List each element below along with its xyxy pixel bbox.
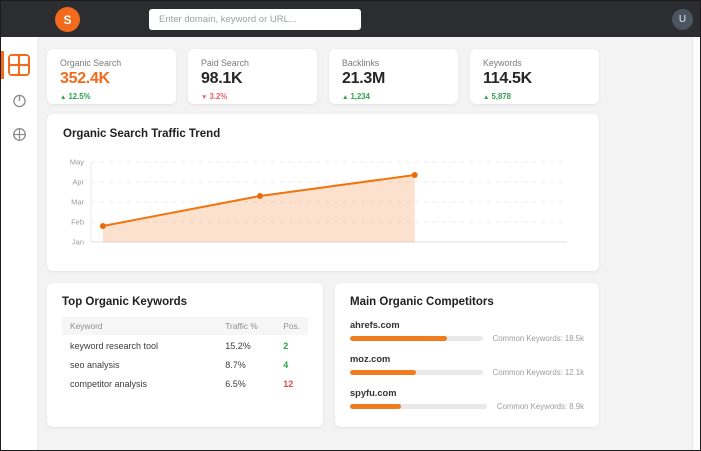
common-keywords-label: Common Keywords: 12.1k bbox=[492, 368, 584, 377]
scrollbar-track[interactable] bbox=[692, 37, 700, 450]
competitor-row[interactable]: spyfu.com Common Keywords: 8.9k bbox=[350, 388, 584, 411]
competitor-bar bbox=[350, 370, 483, 375]
delta-value: 5,878 bbox=[491, 92, 511, 101]
svg-text:Mar: Mar bbox=[71, 198, 84, 207]
user-avatar[interactable]: U bbox=[672, 9, 693, 30]
competitor-row[interactable]: ahrefs.com Common Keywords: 18.5k bbox=[350, 320, 584, 343]
stat-card-backlinks[interactable]: Backlinks 21.3M ▲ 1,234 bbox=[329, 49, 458, 104]
competitors-card-title: Main Organic Competitors bbox=[350, 296, 494, 308]
keyword-cell: seo analysis bbox=[70, 360, 120, 370]
app-logo[interactable]: S bbox=[55, 7, 80, 32]
stat-card-keywords[interactable]: Keywords 114.5K ▲ 5,878 bbox=[470, 49, 599, 104]
competitor-bar bbox=[350, 404, 487, 409]
column-header-pos: Pos. bbox=[275, 317, 308, 335]
competitor-bar-fill bbox=[350, 404, 401, 409]
position-cell: 2 bbox=[283, 341, 289, 351]
table-row[interactable]: competitor analysis 6.5% 12 bbox=[62, 373, 308, 392]
stat-value: 98.1K bbox=[201, 70, 243, 87]
globe-icon bbox=[12, 127, 26, 141]
keyword-cell: competitor analysis bbox=[70, 379, 148, 389]
main-content: Organic Search 352.4K ▲ 12.5% Paid Search… bbox=[37, 37, 692, 450]
bottom-row: Top Organic Keywords Keyword Traffic % P… bbox=[47, 283, 599, 427]
keyword-cell: keyword research tool bbox=[70, 341, 159, 351]
keywords-table: Keyword Traffic % Pos. keyword research … bbox=[62, 317, 308, 392]
stat-delta: ▼ 3.2% bbox=[201, 92, 304, 101]
delta-up-icon: ▲ bbox=[483, 94, 490, 101]
user-avatar-letter: U bbox=[678, 14, 687, 25]
traffic-trend-card: Organic Search Traffic Trend May Apr Mar Fe… bbox=[47, 114, 599, 271]
dashboard-grid-icon bbox=[8, 54, 30, 76]
active-indicator bbox=[1, 51, 4, 79]
stat-label: Backlinks bbox=[342, 58, 380, 68]
competitor-domain: ahrefs.com bbox=[350, 320, 400, 330]
delta-value: 12.5% bbox=[68, 92, 91, 101]
common-keywords-label: Common Keywords: 18.5k bbox=[492, 334, 584, 343]
delta-down-icon: ▼ bbox=[201, 94, 208, 101]
stat-delta: ▲ 12.5% bbox=[60, 92, 163, 101]
position-cell: 12 bbox=[283, 379, 294, 389]
stat-card-organic-search[interactable]: Organic Search 352.4K ▲ 12.5% bbox=[47, 49, 176, 104]
kpi-row: Organic Search 352.4K ▲ 12.5% Paid Search… bbox=[47, 49, 599, 104]
trend-chart-svg: May Apr Mar Feb Jan bbox=[70, 158, 567, 247]
traffic-cell: 6.5% bbox=[225, 379, 246, 389]
competitor-row[interactable]: moz.com Common Keywords: 12.1k bbox=[350, 354, 584, 377]
competitor-domain: moz.com bbox=[350, 354, 391, 364]
delta-up-icon: ▲ bbox=[342, 94, 349, 101]
topbar: S U bbox=[1, 1, 700, 37]
traffic-cell: 8.7% bbox=[225, 360, 246, 370]
common-keywords-label: Common Keywords: 8.9k bbox=[496, 402, 584, 411]
competitor-bar-fill bbox=[350, 370, 417, 375]
stat-delta: ▲ 1,234 bbox=[342, 92, 445, 101]
svg-text:Feb: Feb bbox=[71, 218, 84, 227]
stat-value: 114.5K bbox=[483, 70, 532, 87]
app-logo-letter: S bbox=[63, 12, 72, 27]
sidebar-item-dashboard[interactable] bbox=[1, 47, 37, 83]
top-keywords-card: Top Organic Keywords Keyword Traffic % P… bbox=[47, 283, 323, 427]
competitors-card: Main Organic Competitors ahrefs.com Comm… bbox=[335, 283, 599, 427]
stat-label: Keywords bbox=[483, 58, 522, 68]
table-row[interactable]: seo analysis 8.7% 4 bbox=[62, 354, 308, 373]
stat-value: 21.3M bbox=[342, 70, 385, 87]
column-header-keyword: Keyword bbox=[62, 317, 218, 335]
stat-value: 352.4K bbox=[60, 70, 110, 87]
delta-up-icon: ▲ bbox=[60, 94, 67, 101]
power-icon bbox=[12, 94, 26, 107]
stat-label: Organic Search bbox=[60, 58, 122, 68]
sidebar-item-power[interactable] bbox=[1, 83, 37, 117]
svg-text:May: May bbox=[70, 158, 84, 167]
app-window: S U bbox=[0, 0, 701, 451]
sidebar-item-globe[interactable] bbox=[1, 117, 37, 151]
delta-value: 1,234 bbox=[350, 92, 370, 101]
column-header-traffic: Traffic % bbox=[217, 317, 276, 335]
competitor-bar bbox=[350, 336, 483, 341]
trend-chart-title: Organic Search Traffic Trend bbox=[63, 128, 221, 140]
table-header-row: Keyword Traffic % Pos. bbox=[62, 317, 308, 335]
search-input[interactable] bbox=[149, 9, 361, 30]
table-row[interactable]: keyword research tool 15.2% 2 bbox=[62, 335, 308, 354]
stat-delta: ▲ 5,878 bbox=[483, 92, 586, 101]
position-cell: 4 bbox=[283, 360, 289, 370]
sidebar bbox=[1, 37, 37, 450]
delta-value: 3.2% bbox=[209, 92, 228, 101]
stat-card-paid-search[interactable]: Paid Search 98.1K ▼ 3.2% bbox=[188, 49, 317, 104]
traffic-cell: 15.2% bbox=[225, 341, 251, 351]
competitor-bar-fill bbox=[350, 336, 447, 341]
keywords-card-title: Top Organic Keywords bbox=[62, 296, 188, 308]
competitor-domain: spyfu.com bbox=[350, 388, 397, 398]
svg-text:Apr: Apr bbox=[72, 178, 84, 187]
stat-label: Paid Search bbox=[201, 58, 249, 68]
svg-text:Jan: Jan bbox=[72, 238, 84, 247]
